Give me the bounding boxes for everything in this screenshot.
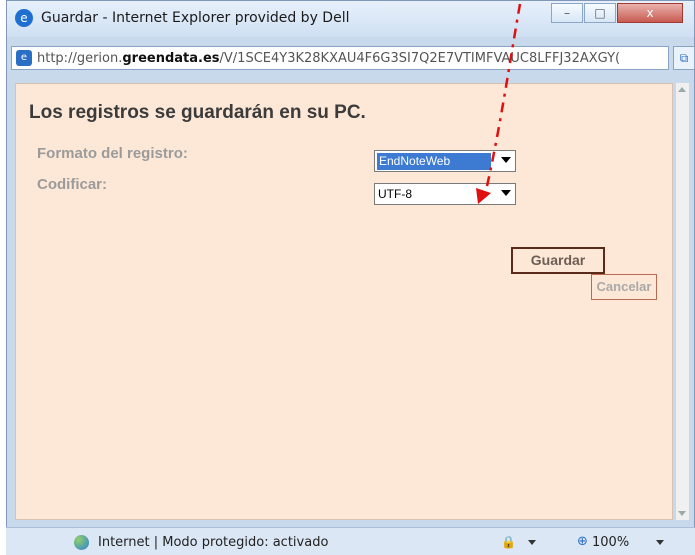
ie-icon: e: [15, 9, 33, 27]
chevron-down-icon[interactable]: [528, 540, 536, 545]
close-button[interactable]: x: [617, 3, 683, 23]
url-domain: greendata.es: [122, 51, 220, 66]
compatibility-view-icon[interactable]: ⧉: [673, 46, 695, 70]
dialog-content: Los registros se guardarán en su PC. For…: [15, 83, 673, 520]
page-title: Los registros se guardarán en su PC.: [29, 102, 366, 123]
security-zone-icon[interactable]: 🔒: [501, 535, 516, 549]
encoding-label: Codificar:: [37, 176, 108, 193]
status-bar: Internet | Modo protegido: activado 🔒 ⊕ …: [6, 527, 695, 555]
window-title: Guardar - Internet Explorer provided by …: [41, 10, 350, 26]
vertical-scrollbar[interactable]: [675, 83, 689, 520]
title-bar: e Guardar - Internet Explorer provided b…: [7, 1, 694, 37]
zoom-level[interactable]: 100%: [592, 535, 629, 550]
chevron-down-icon: [501, 157, 511, 163]
maximize-button[interactable]: □: [584, 3, 616, 23]
page-icon: e: [16, 50, 32, 66]
encoding-select[interactable]: UTF-8: [374, 183, 516, 205]
url-text[interactable]: http://gerion.greendata.es/V/1SCE4Y3K28K…: [37, 51, 669, 66]
zoom-icon[interactable]: ⊕: [577, 534, 588, 549]
format-value: EndNoteWeb: [377, 153, 491, 170]
save-button[interactable]: Guardar: [511, 247, 605, 274]
scroll-down-icon[interactable]: [678, 511, 686, 516]
address-bar[interactable]: e http://gerion.greendata.es/V/1SCE4Y3K2…: [11, 46, 669, 70]
zone-status: Internet | Modo protegido: activado: [98, 535, 329, 550]
chevron-down-icon: [501, 190, 511, 196]
minimize-button[interactable]: –: [551, 3, 583, 23]
format-select[interactable]: EndNoteWeb: [374, 150, 516, 172]
encoding-value: UTF-8: [378, 187, 412, 201]
scroll-up-icon[interactable]: [678, 87, 686, 92]
url-prefix: http://gerion.: [37, 51, 123, 66]
cancel-button[interactable]: Cancelar: [591, 274, 657, 300]
globe-icon: [74, 535, 89, 550]
url-path: /V/1SCE4Y3K28KXAU4F6G3SI7Q2E7VTIMFVAUC8L…: [219, 51, 621, 66]
chevron-down-icon[interactable]: [656, 540, 664, 545]
format-label: Formato del registro:: [37, 145, 188, 162]
